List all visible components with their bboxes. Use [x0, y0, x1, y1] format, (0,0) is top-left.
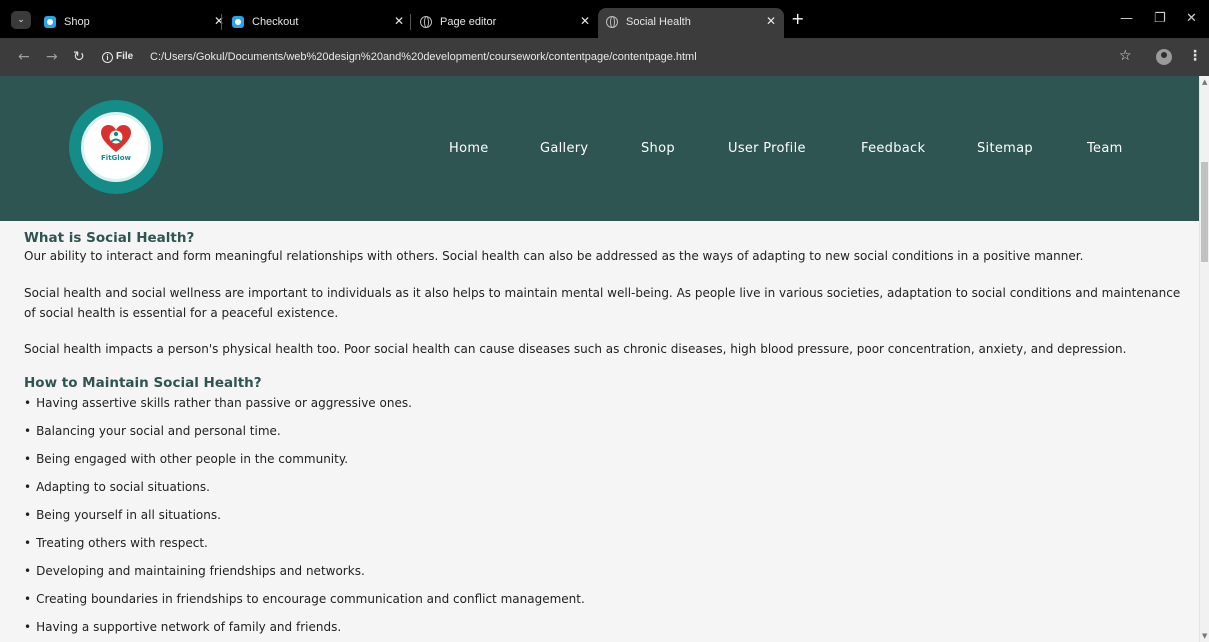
restore-icon[interactable]: ❐	[1154, 12, 1166, 26]
list-item-text: Being engaged with other people in the c…	[36, 452, 349, 466]
forward-icon[interactable]: →	[46, 49, 58, 65]
globe-icon	[606, 16, 618, 28]
new-tab-button[interactable]: +	[791, 11, 804, 27]
logo-badge: FitGlow	[81, 112, 151, 182]
reload-icon[interactable]: ↻	[73, 49, 85, 65]
bullet-dot: •	[24, 536, 32, 550]
close-icon[interactable]: ✕	[766, 14, 776, 28]
nav-user-profile[interactable]: User Profile	[728, 141, 806, 157]
heading-how-to-maintain: How to Maintain Social Health?	[24, 375, 262, 391]
tab-title: Checkout	[252, 16, 299, 28]
list-item: • Having a supportive network of family a…	[24, 619, 341, 635]
info-icon: i	[102, 52, 113, 63]
list-item-text: Treating others with respect.	[36, 536, 208, 550]
list-item-text: Creating boundaries in friendships to en…	[36, 592, 585, 606]
list-item: • Being engaged with other people in the …	[24, 451, 348, 467]
address-bar[interactable]: i File C:/Users/Gokul/Documents/web%20des…	[98, 45, 1110, 69]
bullet-dot: •	[24, 592, 32, 606]
list-item: • Creating boundaries in friendships to e…	[24, 591, 585, 607]
list-item-text: Being yourself in all situations.	[36, 508, 221, 522]
browser-tab-bar: ⌄ Shop ✕ Checkout ✕ Page editor ✕ Social…	[0, 0, 1209, 38]
close-icon[interactable]: ✕	[580, 14, 590, 28]
tab-page-editor[interactable]: Page editor ✕	[412, 8, 598, 38]
site-header: FitGlow Home Gallery Shop User Profile F…	[0, 76, 1199, 221]
page-viewport: FitGlow Home Gallery Shop User Profile F…	[0, 76, 1199, 642]
nav-home[interactable]: Home	[449, 141, 489, 157]
list-item: • Balancing your social and personal time…	[24, 423, 281, 439]
list-item-text: Balancing your social and personal time.	[36, 424, 281, 438]
browser-menu-icon[interactable]: ⋮	[1188, 48, 1202, 64]
close-icon[interactable]: ✕	[214, 14, 224, 28]
back-icon[interactable]: ←	[18, 49, 30, 65]
tab-checkout[interactable]: Checkout ✕	[224, 8, 412, 38]
nav-team[interactable]: Team	[1087, 141, 1123, 157]
list-item-text: Developing and maintaining friendships a…	[36, 564, 365, 578]
bookmark-star-icon[interactable]: ☆	[1119, 48, 1132, 64]
tab-shop[interactable]: Shop ✕	[36, 8, 232, 38]
scrollbar-thumb[interactable]	[1201, 162, 1208, 262]
tab-search-chevron-icon[interactable]: ⌄	[11, 11, 31, 29]
tab-title: Page editor	[440, 16, 497, 28]
list-item: • Developing and maintaining friendships …	[24, 563, 365, 579]
list-item-text: Adapting to social situations.	[36, 480, 210, 494]
app-icon	[232, 16, 244, 28]
app-icon	[44, 16, 56, 28]
list-item: • Adapting to social situations.	[24, 479, 210, 495]
site-logo[interactable]: FitGlow	[69, 100, 163, 194]
paragraph-3: Social health impacts a person's physica…	[24, 342, 1127, 356]
nav-shop[interactable]: Shop	[641, 141, 675, 157]
nav-feedback[interactable]: Feedback	[861, 141, 925, 157]
close-icon[interactable]: ✕	[394, 14, 404, 28]
list-item-text: Having assertive skills rather than pass…	[36, 396, 412, 410]
tab-divider	[410, 14, 411, 30]
window-close-icon[interactable]: ✕	[1186, 12, 1197, 26]
tab-social-health[interactable]: Social Health ✕	[598, 8, 784, 38]
info-label: File	[116, 51, 134, 62]
heading-what-is-social-health: What is Social Health?	[24, 230, 195, 246]
scroll-up-arrow-icon[interactable]: ▲	[1202, 78, 1207, 86]
nav-sitemap[interactable]: Sitemap	[977, 141, 1033, 157]
bullet-dot: •	[24, 424, 32, 438]
bullet-dot: •	[24, 396, 32, 410]
scroll-down-arrow-icon[interactable]: ▼	[1202, 632, 1207, 640]
list-item: • Having assertive skills rather than pas…	[24, 395, 412, 411]
tab-divider	[221, 14, 222, 30]
bullet-dot: •	[24, 564, 32, 578]
tab-title: Social Health	[626, 16, 691, 28]
list-item: • Being yourself in all situations.	[24, 507, 221, 523]
tab-title: Shop	[64, 16, 90, 28]
bullet-dot: •	[24, 620, 32, 634]
paragraph-1: Our ability to interact and form meaning…	[24, 249, 1084, 263]
paragraph-2: Social health and social wellness are im…	[24, 286, 1181, 320]
browser-toolbar: ← → ↻ i File C:/Users/Gokul/Documents/web…	[0, 38, 1209, 76]
minimize-icon[interactable]: —	[1120, 12, 1133, 26]
list-item-text: Having a supportive network of family an…	[36, 620, 342, 634]
globe-icon	[420, 16, 432, 28]
site-info-chip[interactable]: i File	[102, 49, 133, 65]
page-scrollbar[interactable]: ▲ ▼	[1199, 76, 1209, 642]
nav-gallery[interactable]: Gallery	[540, 141, 588, 157]
profile-avatar-icon[interactable]	[1156, 49, 1172, 65]
bullet-dot: •	[24, 452, 32, 466]
list-item: • Treating others with respect.	[24, 535, 208, 551]
logo-text: FitGlow	[101, 154, 131, 162]
bullet-dot: •	[24, 508, 32, 522]
heart-logo-icon	[101, 125, 131, 152]
bullet-dot: •	[24, 480, 32, 494]
url-text[interactable]: C:/Users/Gokul/Documents/web%20design%20…	[150, 49, 697, 65]
